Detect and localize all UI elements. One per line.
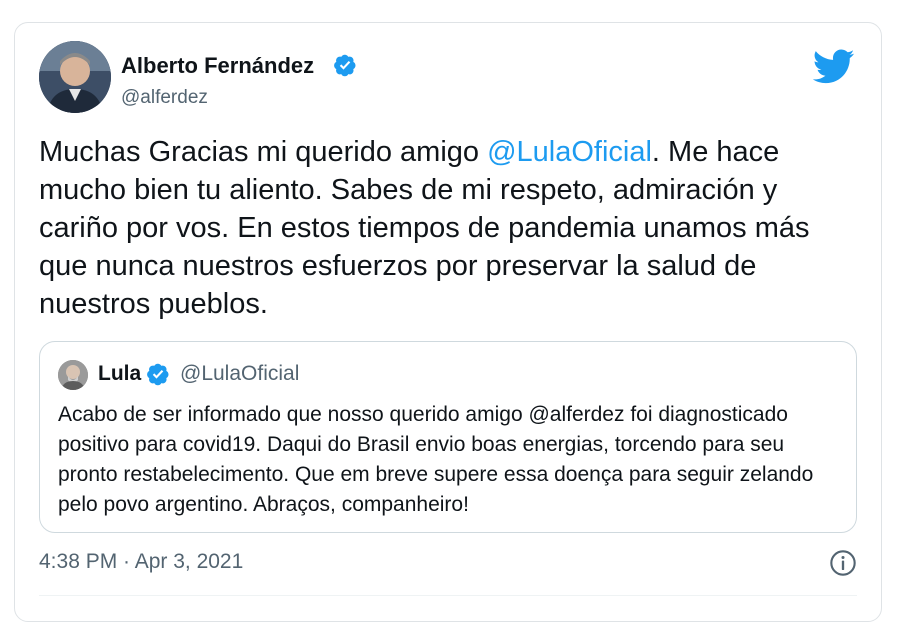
author-handle[interactable]: @alferdez	[121, 87, 208, 109]
tweet-timestamp[interactable]: 4:38 PM · Apr 3, 2021	[39, 550, 243, 574]
twitter-bird-icon[interactable]	[813, 49, 855, 85]
quoted-author-name[interactable]: Lula	[98, 362, 141, 386]
mention-link[interactable]: @LulaOficial	[487, 136, 652, 168]
tweet-card: Alberto Fernández @alferdez Muchas Graci…	[14, 22, 882, 622]
quoted-tweet-text: Acabo de ser informado que nosso querido…	[58, 403, 814, 516]
info-icon[interactable]	[829, 549, 857, 577]
author-name[interactable]: Alberto Fernández	[121, 53, 314, 79]
divider	[39, 595, 857, 596]
quoted-author-avatar[interactable]	[58, 360, 88, 390]
tweet-text: Muchas Gracias mi querido amigo @LulaOfi…	[39, 136, 810, 320]
author-avatar[interactable]	[39, 41, 111, 113]
verified-badge-icon	[334, 54, 356, 77]
quoted-author-handle[interactable]: @LulaOficial	[180, 362, 299, 386]
quoted-tweet[interactable]: Lula @LulaOficial Acabo de ser informado…	[39, 341, 857, 533]
verified-badge-icon	[147, 363, 169, 386]
